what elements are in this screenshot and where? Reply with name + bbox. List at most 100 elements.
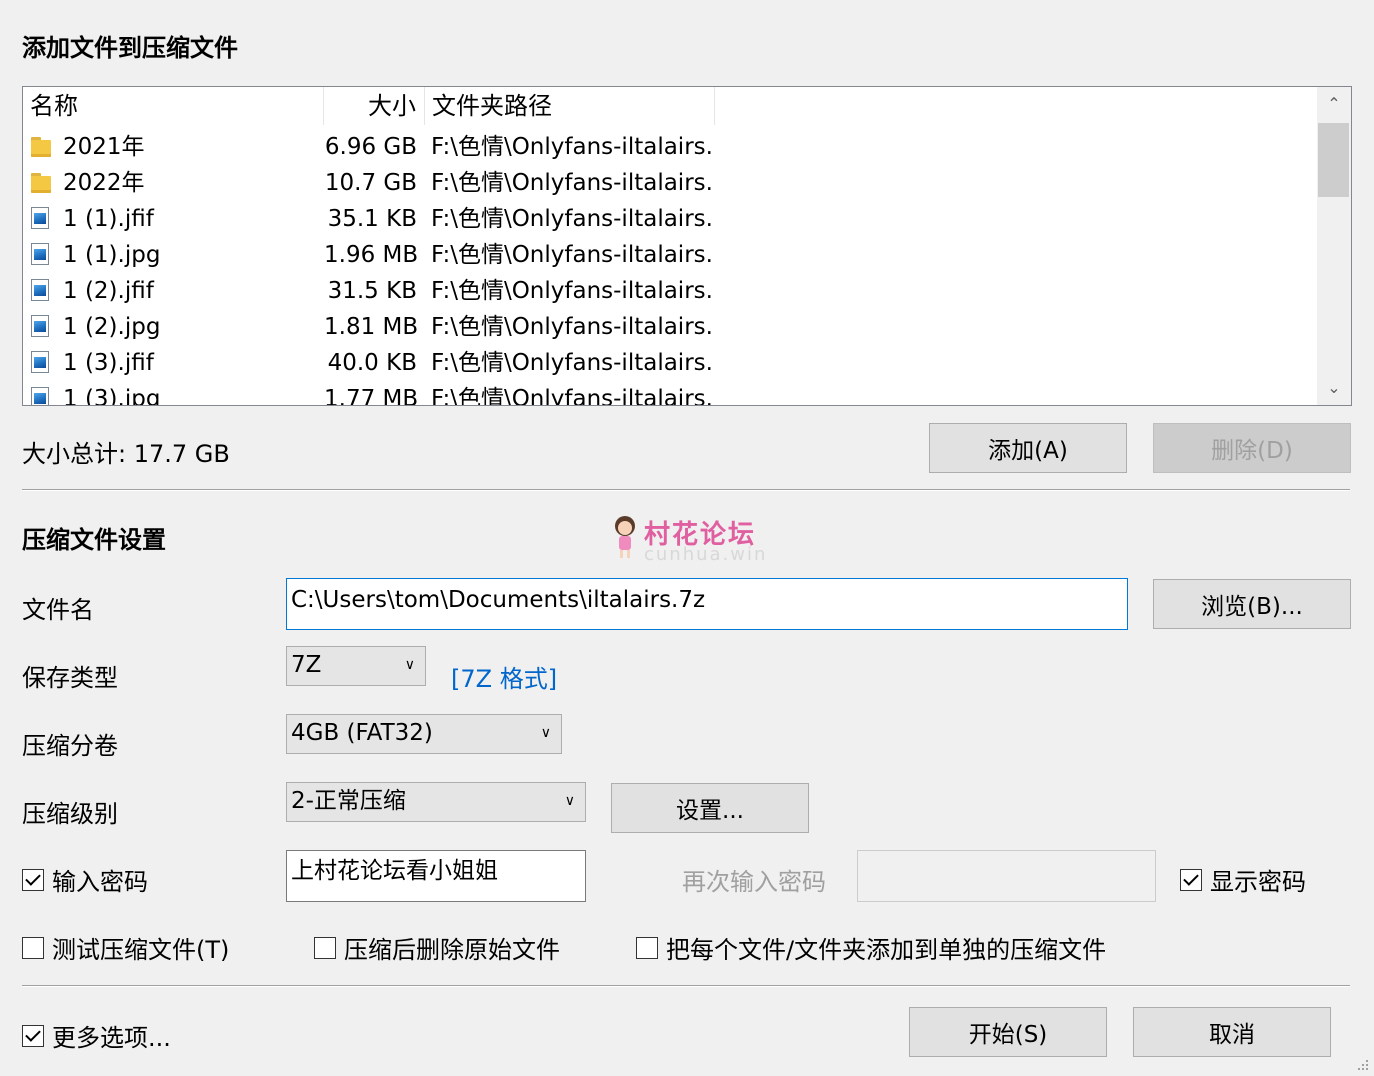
chevron-down-icon: ∨	[540, 725, 551, 741]
resize-grip-icon[interactable]	[1354, 1056, 1370, 1072]
table-row[interactable]: 1 (1).jpg 1.96 MB F:\色情\Onlyfans-iltalairs…	[23, 237, 1317, 273]
divider	[22, 489, 1350, 491]
table-row[interactable]: 1 (2).jpg 1.81 MB F:\色情\Onlyfans-iltalairs…	[23, 309, 1317, 345]
image-icon	[31, 207, 49, 229]
filename-label: 文件名	[22, 596, 94, 624]
file-name-cell: 1 (3).jpg	[63, 386, 161, 406]
file-icon-cell	[31, 135, 53, 159]
file-size-cell: 35.1 KB	[327, 206, 417, 232]
file-size-cell: 31.5 KB	[327, 278, 417, 304]
file-path-cell: F:\色情\Onlyfans-iltalairs...	[431, 242, 713, 268]
watermark-logo: 村花论坛 cunhua.win	[610, 512, 770, 568]
file-list-rows: 2021年 6.96 GB F:\色情\Onlyfans-iltalairs... 2…	[23, 129, 1317, 406]
more-options-checkbox[interactable]: 更多选项...	[22, 1018, 171, 1053]
checkbox-icon	[1180, 868, 1202, 891]
file-icon-cell	[31, 315, 53, 339]
divider	[22, 985, 1350, 987]
file-size-cell: 6.96 GB	[324, 134, 417, 160]
table-row[interactable]: 1 (3).jpg 1.77 MB F:\色情\Onlyfans-iltalairs…	[23, 381, 1317, 406]
girl-avatar-icon	[615, 516, 635, 558]
file-icon-cell	[31, 171, 53, 195]
checkbox-icon	[636, 936, 658, 959]
test-archive-label: 测试压缩文件(T)	[52, 936, 230, 964]
file-path-cell: F:\色情\Onlyfans-iltalairs...	[431, 314, 713, 340]
browse-button[interactable]: 浏览(B)...	[1153, 579, 1351, 629]
table-row[interactable]: 1 (3).jfif 40.0 KB F:\色情\Onlyfans-iltalair…	[23, 345, 1317, 381]
image-icon	[31, 387, 49, 405]
column-header-name[interactable]: 名称	[23, 87, 324, 125]
file-size-cell: 1.81 MB	[324, 314, 417, 340]
vertical-scrollbar[interactable]: ⌃ ⌄	[1317, 87, 1351, 405]
file-size-cell: 10.7 GB	[324, 170, 417, 196]
checkbox-icon	[314, 936, 336, 959]
file-icon-cell	[31, 351, 53, 375]
dialog-title: 添加文件到压缩文件	[22, 34, 238, 62]
cancel-button[interactable]: 取消	[1133, 1007, 1331, 1057]
add-button[interactable]: 添加(A)	[929, 423, 1127, 473]
file-icon-cell	[31, 243, 53, 267]
password-checkbox[interactable]: 输入密码	[22, 862, 148, 897]
repeat-password-label: 再次输入密码	[682, 868, 826, 896]
scroll-thumb[interactable]	[1318, 123, 1349, 197]
file-name-cell: 1 (2).jfif	[63, 278, 154, 304]
table-row[interactable]: 1 (2).jfif 31.5 KB F:\色情\Onlyfans-iltalair…	[23, 273, 1317, 309]
password-input[interactable]: 上村花论坛看小姐姐	[286, 850, 586, 902]
file-name-cell: 1 (1).jpg	[63, 242, 161, 268]
delete-button[interactable]: 删除(D)	[1153, 423, 1351, 473]
show-password-label: 显示密码	[1210, 868, 1306, 896]
compression-settings-button[interactable]: 设置...	[611, 783, 809, 833]
image-icon	[31, 243, 49, 265]
table-row[interactable]: 2021年 6.96 GB F:\色情\Onlyfans-iltalairs...	[23, 129, 1317, 165]
split-volume-value: 4GB (FAT32)	[291, 720, 433, 746]
file-path-cell: F:\色情\Onlyfans-iltalairs...	[431, 278, 713, 304]
watermark-subtext: cunhua.win	[644, 544, 768, 565]
archive-type-select[interactable]: 7Z ∨	[286, 646, 426, 686]
test-archive-checkbox[interactable]: 测试压缩文件(T)	[22, 930, 229, 965]
separate-archives-label: 把每个文件/文件夹添加到单独的压缩文件	[666, 936, 1107, 964]
checkbox-icon	[22, 868, 44, 891]
file-name-cell: 1 (2).jpg	[63, 314, 161, 340]
file-name-cell: 1 (1).jfif	[63, 206, 154, 232]
file-size-cell: 40.0 KB	[327, 350, 417, 376]
file-path-cell: F:\色情\Onlyfans-iltalairs...	[431, 386, 713, 406]
image-icon	[31, 315, 49, 337]
scroll-down-icon[interactable]: ⌄	[1317, 371, 1351, 405]
separate-archives-checkbox[interactable]: 把每个文件/文件夹添加到单独的压缩文件	[636, 930, 1106, 965]
file-path-cell: F:\色情\Onlyfans-iltalairs...	[431, 170, 713, 196]
file-icon-cell	[31, 387, 53, 405]
compression-level-label: 压缩级别	[22, 800, 118, 828]
file-icon-cell	[31, 207, 53, 231]
total-size-label: 大小总计: 17.7 GB	[22, 440, 230, 468]
file-name-cell: 2021年	[63, 134, 145, 160]
repeat-password-input[interactable]	[857, 850, 1156, 902]
delete-after-checkbox[interactable]: 压缩后删除原始文件	[314, 930, 560, 965]
file-list[interactable]: 名称 大小 文件夹路径 2021年 6.96 GB F:\色情\Onlyfans-i…	[22, 86, 1352, 406]
checkbox-icon	[22, 936, 44, 959]
column-header-size[interactable]: 大小	[324, 87, 425, 125]
file-size-cell: 1.96 MB	[324, 242, 417, 268]
table-row[interactable]: 2022年 10.7 GB F:\色情\Onlyfans-iltalairs...	[23, 165, 1317, 201]
file-name-cell: 2022年	[63, 170, 145, 196]
show-password-checkbox[interactable]: 显示密码	[1180, 862, 1306, 897]
settings-title: 压缩文件设置	[22, 526, 166, 554]
filename-input[interactable]: C:\Users\tom\Documents\iltalairs.7z	[286, 578, 1128, 630]
format-link[interactable]: [7Z 格式]	[451, 659, 557, 694]
delete-after-label: 压缩后删除原始文件	[344, 936, 560, 964]
compression-level-select[interactable]: 2-正常压缩 ∨	[286, 782, 586, 822]
start-button[interactable]: 开始(S)	[909, 1007, 1107, 1057]
file-list-header: 名称 大小 文件夹路径	[23, 87, 1317, 125]
scroll-up-icon[interactable]: ⌃	[1317, 87, 1351, 121]
column-header-path[interactable]: 文件夹路径	[425, 87, 715, 125]
image-icon	[31, 351, 49, 373]
more-options-label: 更多选项...	[52, 1024, 171, 1052]
file-size-cell: 1.77 MB	[324, 386, 417, 406]
compression-level-value: 2-正常压缩	[291, 788, 406, 814]
file-name-cell: 1 (3).jfif	[63, 350, 154, 376]
chevron-down-icon: ∨	[404, 657, 415, 673]
folder-icon	[31, 135, 51, 157]
split-volume-select[interactable]: 4GB (FAT32) ∨	[286, 714, 562, 754]
password-checkbox-label: 输入密码	[52, 868, 148, 896]
chevron-down-icon: ∨	[564, 793, 575, 809]
image-icon	[31, 279, 49, 301]
table-row[interactable]: 1 (1).jfif 35.1 KB F:\色情\Onlyfans-iltalair…	[23, 201, 1317, 237]
